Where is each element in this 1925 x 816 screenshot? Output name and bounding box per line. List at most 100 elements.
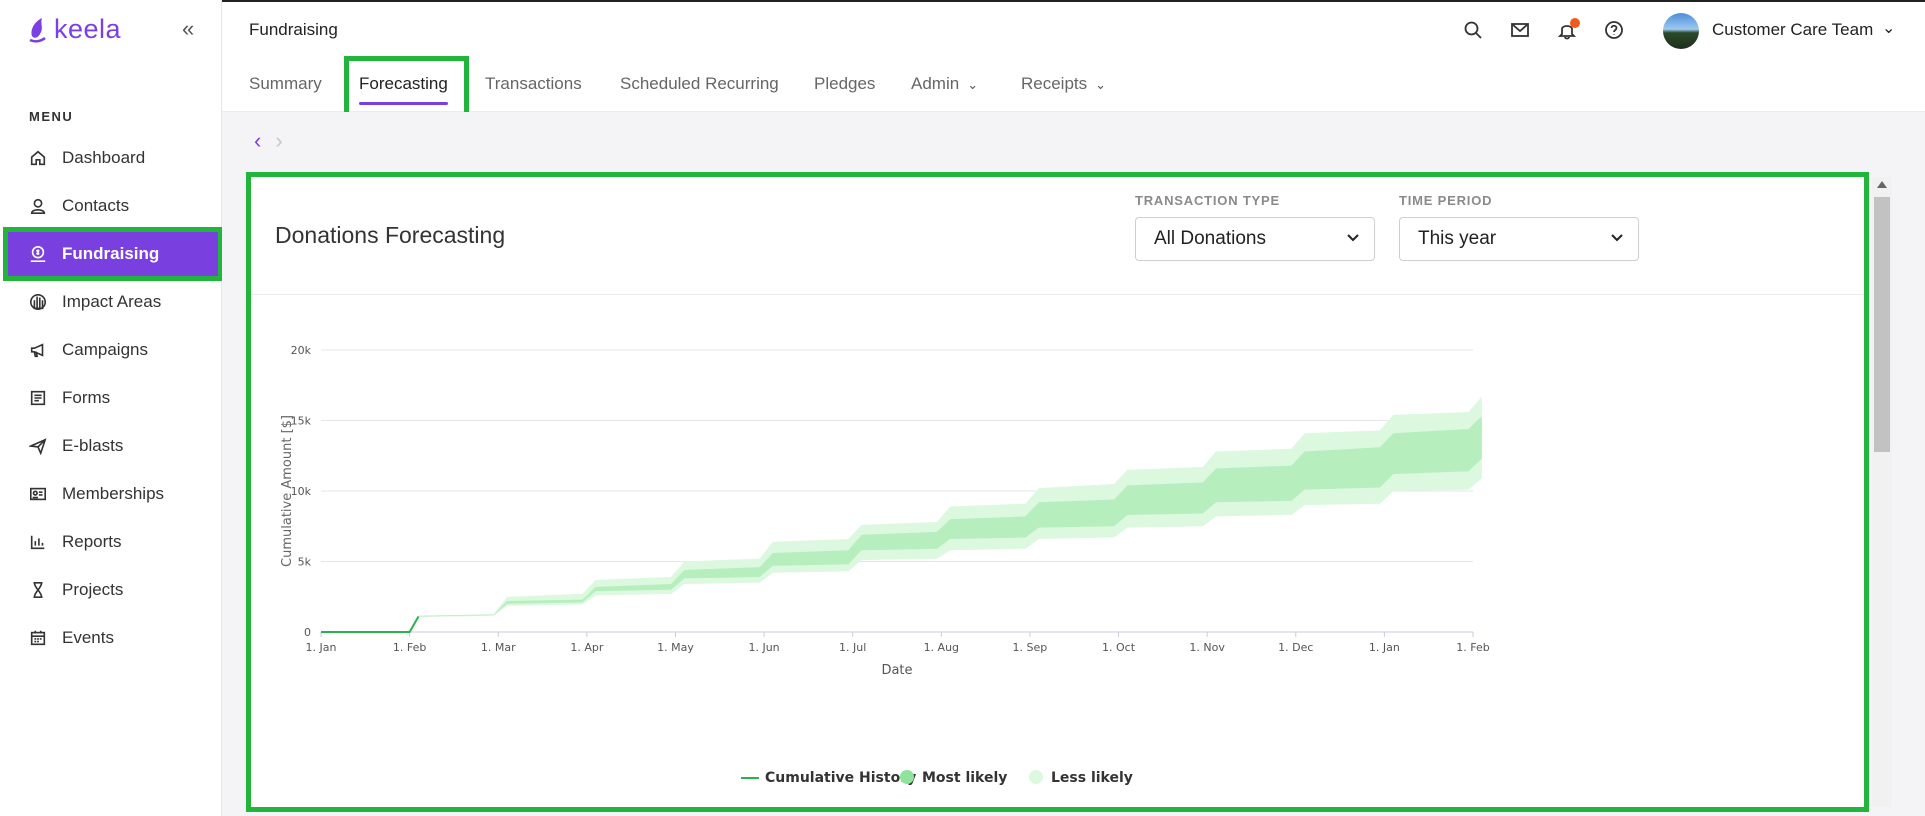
less-likely-band bbox=[418, 396, 1482, 618]
sidebar-item-label: Dashboard bbox=[62, 148, 146, 167]
brand-name: keela bbox=[54, 14, 122, 44]
sidebar-item-campaigns[interactable]: Campaigns bbox=[8, 328, 218, 372]
sidebar-item-label: E-blasts bbox=[62, 436, 124, 455]
time-period-value: This year bbox=[1418, 228, 1497, 249]
legend-most-likely-swatch bbox=[900, 770, 914, 784]
y-tick-label: 5k bbox=[298, 556, 312, 569]
sidebar-item-label: Memberships bbox=[62, 484, 165, 503]
sidebar-item-events[interactable]: Events bbox=[8, 616, 218, 660]
sidebar-item-impact-areas[interactable]: Impact Areas bbox=[8, 280, 218, 324]
tab-summary[interactable]: Summary bbox=[249, 74, 322, 94]
x-tick-label: 1. Jan bbox=[306, 641, 337, 654]
x-tick-label: 1. Nov bbox=[1189, 641, 1225, 654]
megaphone-icon bbox=[28, 340, 48, 360]
y-tick-label: 20k bbox=[291, 344, 312, 357]
tab-forecasting[interactable]: Forecasting bbox=[359, 74, 448, 105]
sidebar-item-label: Contacts bbox=[62, 196, 130, 215]
card-title: Donations Forecasting bbox=[275, 222, 506, 248]
scroll-up-arrow-icon[interactable] bbox=[1877, 181, 1887, 188]
sidebar-item-e-blasts[interactable]: E-blasts bbox=[8, 424, 218, 468]
search-icon[interactable] bbox=[1463, 20, 1483, 40]
tab-transactions[interactable]: Transactions bbox=[485, 74, 582, 94]
forecast-card: Donations Forecasting TRANSACTION TYPE A… bbox=[246, 172, 1869, 812]
sidebar-item-label: Fundraising bbox=[62, 244, 160, 263]
active-tab-underline bbox=[359, 102, 448, 105]
legend-most-likely-label: Most likely bbox=[922, 770, 1007, 786]
avatar[interactable] bbox=[1663, 13, 1699, 49]
pager: ‹ › bbox=[254, 128, 283, 154]
forecast-chart: 05k10k15k20k1. Jan 1. Feb 1. Mar 1. Apr 1. M… bbox=[280, 344, 1490, 786]
id-card-icon bbox=[28, 484, 48, 504]
x-tick-label: 1. Aug bbox=[924, 641, 959, 654]
tab-label: Scheduled Recurring bbox=[620, 74, 779, 93]
paper-plane-icon bbox=[28, 436, 48, 456]
y-tick-label: 0 bbox=[304, 626, 311, 639]
tab-admin[interactable]: Admin ⌄ bbox=[911, 74, 978, 94]
time-period-select[interactable]: This year bbox=[1399, 217, 1639, 261]
transaction-type-select[interactable]: All Donations bbox=[1135, 217, 1375, 261]
card-header: Donations Forecasting TRANSACTION TYPE A… bbox=[251, 177, 1864, 295]
sidebar-item-label: Projects bbox=[62, 580, 124, 599]
home-icon bbox=[28, 148, 48, 168]
bell-icon[interactable] bbox=[1557, 18, 1580, 40]
sidebar-item-projects[interactable]: Projects bbox=[8, 568, 218, 612]
x-tick-label: 1. Dec bbox=[1278, 641, 1313, 654]
notification-dot bbox=[1570, 18, 1580, 28]
sidebar-item-fundraising[interactable]: Fundraising bbox=[3, 227, 223, 281]
tab-label: Summary bbox=[249, 74, 322, 93]
sidebar-item-label: Events bbox=[62, 628, 114, 647]
chevron-left-icon[interactable]: ‹ bbox=[254, 128, 261, 153]
tab-label: Pledges bbox=[814, 74, 876, 93]
x-tick-label: 1. Mar bbox=[481, 641, 516, 654]
cumulative-history-line bbox=[321, 615, 420, 633]
calendar-icon bbox=[28, 628, 48, 648]
x-tick-label: 1. Jan bbox=[1369, 641, 1400, 654]
sidebar-item-label: Forms bbox=[62, 388, 111, 407]
x-tick-label: 1. Oct bbox=[1102, 641, 1136, 654]
chevron-down-icon: ⌄ bbox=[1095, 77, 1107, 92]
double-chevron-left-icon[interactable]: « bbox=[182, 16, 194, 42]
donation-icon bbox=[28, 244, 48, 264]
hourglass-icon bbox=[28, 580, 48, 600]
menu-title: MENU bbox=[29, 109, 74, 124]
keela-logo[interactable]: keela bbox=[28, 14, 121, 45]
help-icon[interactable] bbox=[1604, 20, 1624, 40]
chevron-right-icon[interactable]: › bbox=[275, 128, 282, 153]
tab-label: Forecasting bbox=[359, 74, 448, 93]
transaction-type-label: TRANSACTION TYPE bbox=[1135, 193, 1280, 208]
x-tick-label: 1. Apr bbox=[570, 641, 603, 654]
chevron-down-icon[interactable]: ⌄ bbox=[1882, 18, 1895, 38]
legend-less-likely-label: Less likely bbox=[1051, 770, 1133, 786]
tab-label: Receipts bbox=[1021, 74, 1088, 93]
legend-history-label: Cumulative History bbox=[765, 770, 916, 786]
sidebar-item-reports[interactable]: Reports bbox=[8, 520, 218, 564]
sidebar-item-label: Impact Areas bbox=[62, 292, 162, 311]
user-icon bbox=[28, 196, 48, 216]
tab-label: Admin bbox=[911, 74, 960, 93]
x-tick-label: 1. Feb bbox=[1456, 641, 1489, 654]
x-tick-label: 1. Jun bbox=[748, 641, 779, 654]
sidebar-item-forms[interactable]: Forms bbox=[8, 376, 218, 420]
sidebar-item-dashboard[interactable]: Dashboard bbox=[8, 136, 218, 180]
scrollbar[interactable] bbox=[1872, 177, 1892, 807]
transaction-type-value: All Donations bbox=[1154, 228, 1266, 249]
sidebar-item-label: Campaigns bbox=[62, 340, 148, 359]
sidebar-item-contacts[interactable]: Contacts bbox=[8, 184, 218, 228]
sidebar-item-memberships[interactable]: Memberships bbox=[8, 472, 218, 516]
page-title: Fundraising bbox=[249, 20, 338, 39]
x-tick-label: 1. Feb bbox=[393, 641, 426, 654]
mail-icon[interactable] bbox=[1510, 20, 1530, 40]
chevron-down-icon bbox=[1611, 234, 1623, 242]
top-bar: Fundraising Customer Care Team ⌄ bbox=[222, 0, 1925, 57]
tab-receipts[interactable]: Receipts ⌄ bbox=[1021, 74, 1106, 94]
x-tick-label: 1. Jul bbox=[839, 641, 866, 654]
time-period-label: TIME PERIOD bbox=[1399, 193, 1493, 208]
tab-bar: Summary Forecasting Transactions Schedul… bbox=[222, 57, 1925, 112]
tab-scheduled-recurring[interactable]: Scheduled Recurring bbox=[620, 74, 779, 94]
y-axis-title: Cumulative Amount [$] bbox=[280, 415, 295, 567]
bar-chart-icon bbox=[28, 532, 48, 552]
scrollbar-thumb[interactable] bbox=[1874, 197, 1890, 452]
tab-pledges[interactable]: Pledges bbox=[814, 74, 875, 94]
legend-less-likely-swatch bbox=[1029, 770, 1043, 784]
user-name[interactable]: Customer Care Team bbox=[1712, 20, 1873, 40]
